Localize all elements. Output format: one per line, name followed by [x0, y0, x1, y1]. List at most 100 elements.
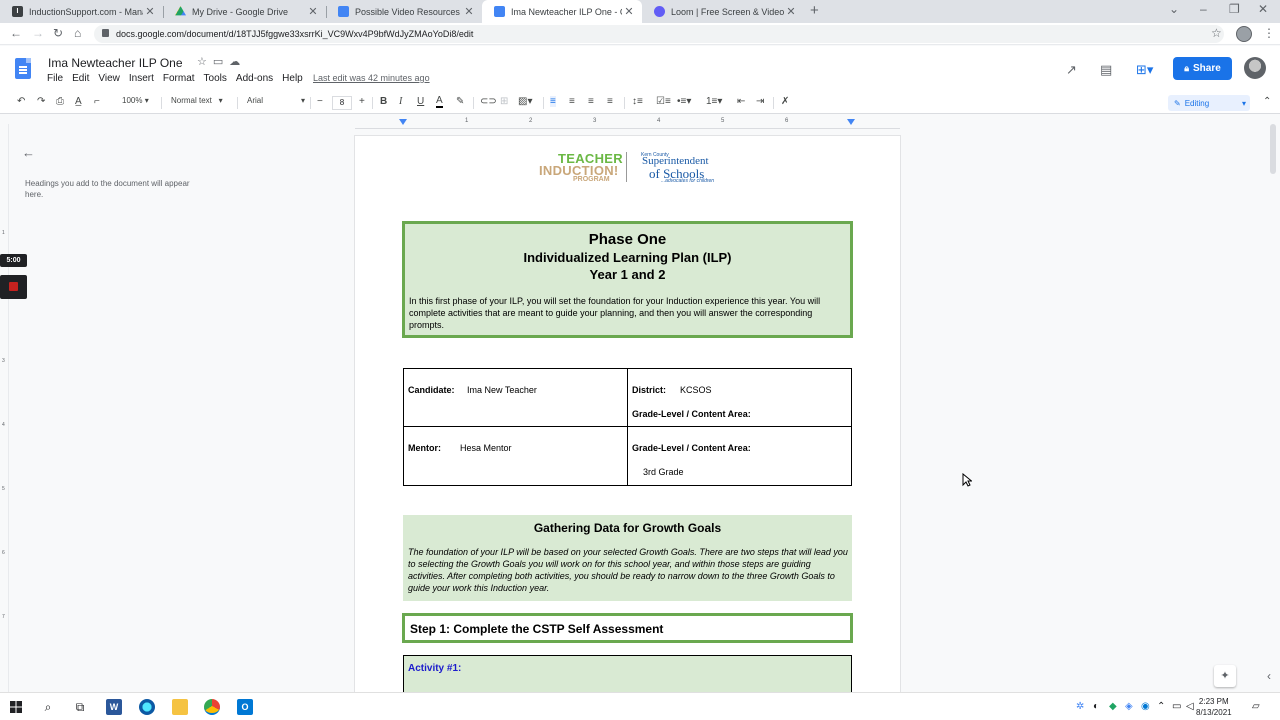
google-docs-logo-icon[interactable]	[15, 58, 31, 79]
table-cell[interactable]: Grade-Level / Content Area: 3rd Grade	[628, 427, 851, 485]
close-window-icon[interactable]: ✕	[1258, 2, 1268, 16]
close-tab-icon[interactable]: ✕	[143, 5, 157, 18]
side-panel-chevron-icon[interactable]: ‹	[1267, 669, 1271, 683]
zoom-select[interactable]: 100% ▾	[122, 96, 149, 105]
increase-indent-icon[interactable]: ⇥	[756, 96, 764, 107]
undo-icon[interactable]: ↶	[17, 96, 25, 107]
network-icon[interactable]: ▭	[1172, 701, 1181, 712]
line-spacing-icon[interactable]: ↕≡	[632, 96, 643, 107]
insert-link-icon[interactable]: ⊂⊃	[480, 96, 497, 107]
activity-trend-icon[interactable]: ↗	[1066, 62, 1077, 78]
align-justify-icon[interactable]: ≡	[607, 96, 613, 107]
increase-font-size-icon[interactable]: +	[359, 96, 365, 107]
task-view-icon[interactable]: ⧉	[72, 699, 88, 715]
hide-menus-chevron-icon[interactable]: ⌃	[1263, 96, 1271, 107]
close-outline-arrow-icon[interactable]: ←	[22, 145, 35, 160]
tray-app-icon[interactable]: ◐	[1093, 701, 1099, 712]
bulleted-list-icon[interactable]: •≡▾	[677, 96, 691, 107]
close-tab-icon[interactable]: ✕	[784, 5, 798, 18]
paint-format-icon[interactable]: ⌐	[94, 96, 100, 107]
print-icon[interactable]: ⎙	[56, 96, 64, 107]
share-button[interactable]: 🔒︎ Share	[1173, 57, 1232, 80]
cloud-status-icon[interactable]: ☁	[229, 56, 246, 68]
comment-history-icon[interactable]: ▤	[1100, 62, 1112, 78]
clear-formatting-icon[interactable]: ✗	[781, 96, 789, 107]
tray-app-icon[interactable]: ◉	[1141, 701, 1150, 712]
menu-edit[interactable]: Edit	[72, 73, 89, 84]
taskbar-clock[interactable]: 2:23 PM 8/13/2021	[1196, 696, 1232, 718]
align-center-icon[interactable]: ≡	[569, 96, 575, 107]
insert-comment-icon[interactable]: ⊞	[500, 96, 508, 107]
italic-icon[interactable]: I	[399, 96, 402, 107]
paragraph-style-select[interactable]: Normal text ▾	[171, 96, 223, 105]
right-indent-marker[interactable]	[847, 119, 855, 125]
align-left-icon[interactable]: ≡	[550, 96, 556, 107]
document-page[interactable]: TEACHER INDUCTION! PROGRAM Kern County S…	[355, 136, 900, 692]
editing-mode-select[interactable]: ✎ Editing ▾	[1168, 95, 1250, 111]
search-icon[interactable]: ⌕	[40, 699, 56, 715]
browser-menu-icon[interactable]: ⋮	[1263, 26, 1275, 40]
close-tab-icon[interactable]: ✕	[306, 5, 320, 18]
home-icon[interactable]: ⌂	[74, 26, 81, 40]
left-indent-marker[interactable]	[399, 119, 407, 125]
checklist-icon[interactable]: ☑≡	[656, 96, 671, 107]
forward-arrow-icon[interactable]: →	[32, 26, 44, 40]
table-cell[interactable]: Candidate: Ima New Teacher	[404, 369, 628, 427]
browser-tab-loom[interactable]: Loom | Free Screen & Video Rec ✕	[642, 0, 804, 23]
menu-format[interactable]: Format	[163, 73, 195, 84]
browser-profile-avatar[interactable]	[1236, 26, 1252, 42]
browser-tab-google-drive[interactable]: My Drive - Google Drive ✕	[163, 0, 326, 23]
windows-start-icon[interactable]	[8, 699, 24, 715]
browser-tab-ima-newteacher-ilp[interactable]: Ima Newteacher ILP One - Goog ✕	[482, 0, 642, 23]
tray-settings-icon[interactable]: ✲	[1076, 701, 1084, 712]
highlight-color-icon[interactable]: ✎	[456, 96, 464, 107]
edge-icon[interactable]	[139, 699, 155, 715]
present-meet-icon[interactable]: ⊞▾	[1136, 62, 1153, 78]
vertical-ruler[interactable]: 1 2 3 4 5 6 7	[0, 124, 9, 692]
url-omnibox[interactable]: docs.google.com/document/d/18TJJ5fggwe33…	[94, 25, 1224, 43]
font-select[interactable]: Arial ▾	[247, 96, 305, 105]
decrease-indent-icon[interactable]: ⇤	[737, 96, 745, 107]
horizontal-ruler[interactable]: 1 2 3 4 5 6	[355, 117, 900, 129]
align-right-icon[interactable]: ≡	[588, 96, 594, 107]
spellcheck-icon[interactable]: A̲	[75, 96, 82, 107]
menu-view[interactable]: View	[98, 73, 120, 84]
decrease-font-size-icon[interactable]: −	[317, 96, 323, 107]
minimize-window-icon[interactable]: –	[1200, 2, 1207, 16]
explore-button[interactable]: ✦	[1214, 665, 1236, 687]
loom-stop-button[interactable]	[0, 275, 27, 299]
table-cell[interactable]: District: KCSOS Grade-Level / Content Ar…	[628, 369, 851, 427]
menu-help[interactable]: Help	[282, 73, 303, 84]
menu-tools[interactable]: Tools	[204, 73, 227, 84]
menu-add-ons[interactable]: Add-ons	[236, 73, 273, 84]
insert-image-icon[interactable]: ▨▾	[518, 96, 532, 107]
tray-expand-icon[interactable]: ⌃	[1157, 701, 1165, 712]
tab-search-icon[interactable]: ⌄	[1169, 2, 1179, 16]
chrome-icon[interactable]	[204, 699, 220, 715]
volume-icon[interactable]: ◁	[1186, 701, 1194, 712]
star-icon[interactable]: ☆	[197, 56, 213, 68]
close-tab-icon[interactable]: ✕	[622, 5, 636, 18]
underline-icon[interactable]: U	[417, 96, 424, 107]
menu-insert[interactable]: Insert	[129, 73, 154, 84]
word-icon[interactable]: W	[106, 699, 122, 715]
account-avatar[interactable]	[1244, 57, 1266, 79]
move-folder-icon[interactable]: ▭	[213, 56, 229, 68]
tray-app-icon[interactable]: ◆	[1109, 701, 1117, 712]
redo-icon[interactable]: ↷	[37, 96, 45, 107]
outlook-icon[interactable]: O	[237, 699, 253, 715]
new-tab-plus-icon[interactable]: +	[810, 2, 819, 19]
numbered-list-icon[interactable]: 1≡▾	[706, 96, 722, 107]
font-size-input[interactable]: 8	[332, 96, 352, 110]
bookmark-star-icon[interactable]: ☆	[1211, 26, 1222, 40]
browser-tab-possible-video-resources[interactable]: Possible Video Resources - Goog ✕	[326, 0, 482, 23]
notifications-icon[interactable]: ▱	[1252, 701, 1260, 712]
restore-window-icon[interactable]: ❐	[1229, 2, 1240, 16]
document-title[interactable]: Ima Newteacher ILP One	[48, 56, 183, 70]
tray-app-icon[interactable]: ◈	[1125, 701, 1133, 712]
file-explorer-icon[interactable]	[172, 699, 188, 715]
bold-icon[interactable]: B	[380, 96, 387, 107]
menu-file[interactable]: File	[47, 73, 63, 84]
browser-tab-inductionsupport[interactable]: I InductionSupport.com - Manage ✕	[0, 0, 163, 23]
last-edit-link[interactable]: Last edit was 42 minutes ago	[313, 73, 430, 83]
